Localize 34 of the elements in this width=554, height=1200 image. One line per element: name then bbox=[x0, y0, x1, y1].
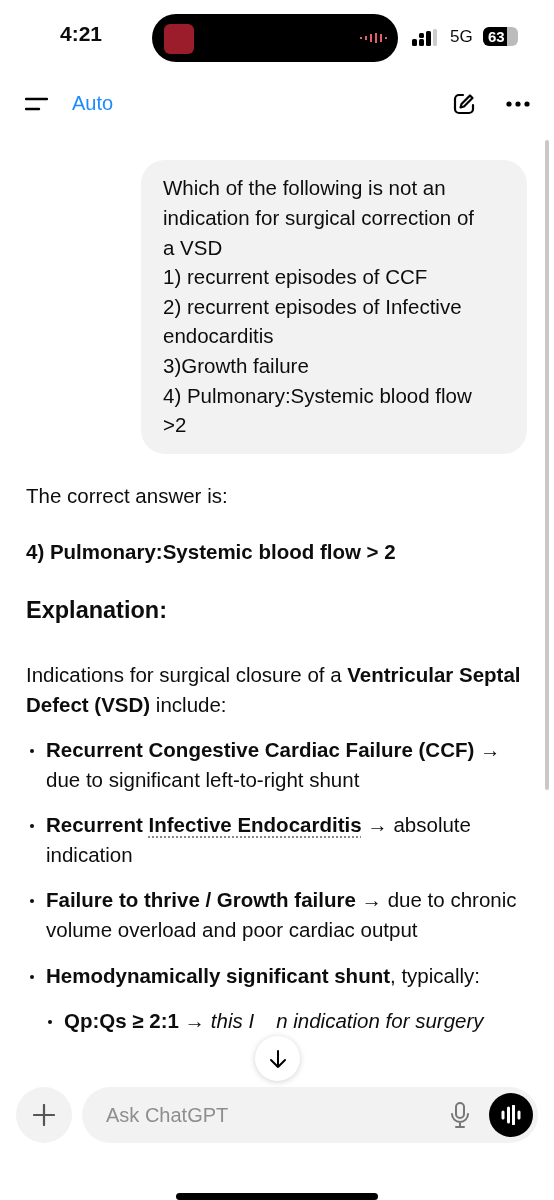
battery-icon bbox=[507, 27, 518, 46]
bullet-icon bbox=[30, 749, 34, 754]
signal-icon bbox=[412, 29, 438, 47]
bullet-text: Hemodynamically significant shunt, typically: bbox=[46, 962, 481, 989]
scroll-down-button[interactable] bbox=[255, 1036, 300, 1081]
reply-text: The correct answer is: bbox=[26, 482, 229, 509]
user-message: Which of the following is not an indication for surgical correction of a VSD 1) recurrent episodes of CCF 2) recurrent episodes of Infective endocarditis 3)Growth failure 4) Pulmonary:Systemic blood flow >2 bbox=[141, 160, 527, 454]
bullet-icon bbox=[30, 974, 34, 979]
microphone-icon[interactable] bbox=[451, 1102, 469, 1129]
waveform-icon bbox=[360, 33, 388, 43]
network-label: 5G bbox=[450, 27, 473, 47]
menu-icon[interactable] bbox=[25, 96, 48, 111]
answer-text: 4) Pulmonary:Systemic blood flow > 2 bbox=[26, 539, 397, 566]
bullet-text: Recurrent Infective Endocarditis → absolute indication bbox=[46, 812, 472, 868]
album-art-placeholder bbox=[164, 24, 194, 54]
plus-icon bbox=[33, 1104, 55, 1127]
new-chat-icon[interactable] bbox=[452, 91, 476, 116]
voice-mode-button[interactable] bbox=[489, 1093, 533, 1138]
bullet-icon bbox=[48, 1020, 52, 1025]
bullet-text: Failure to thrive / Growth failure → due to chronic volume overload and poor cardiac output bbox=[46, 887, 518, 944]
reply-paragraph: Indications for surgical closure of a Ventricular Septal Defect (VSD) include: bbox=[26, 661, 522, 718]
bullet-icon bbox=[30, 899, 34, 904]
bullet-icon bbox=[30, 824, 34, 829]
status-time: 4:21 bbox=[60, 22, 103, 46]
battery-percentage: 63 bbox=[483, 27, 508, 46]
waveform-icon bbox=[500, 1105, 522, 1126]
bullet-text: Qp:Qs ≥ 2:1 → this I n indication for surgery bbox=[64, 1008, 486, 1035]
bullet-text: Recurrent Congestive Cardiac Failure (CCF) → due to significant left-to-right shunt bbox=[46, 737, 502, 793]
section-heading: Explanation: bbox=[26, 595, 168, 625]
message-field[interactable]: Ask ChatGPT bbox=[82, 1087, 538, 1144]
term-link[interactable]: Infective Endocarditis bbox=[148, 813, 362, 837]
more-options-icon[interactable] bbox=[506, 100, 530, 107]
message-input[interactable]: Ask ChatGPT bbox=[104, 1102, 451, 1128]
arrow-down-icon bbox=[269, 1049, 286, 1068]
